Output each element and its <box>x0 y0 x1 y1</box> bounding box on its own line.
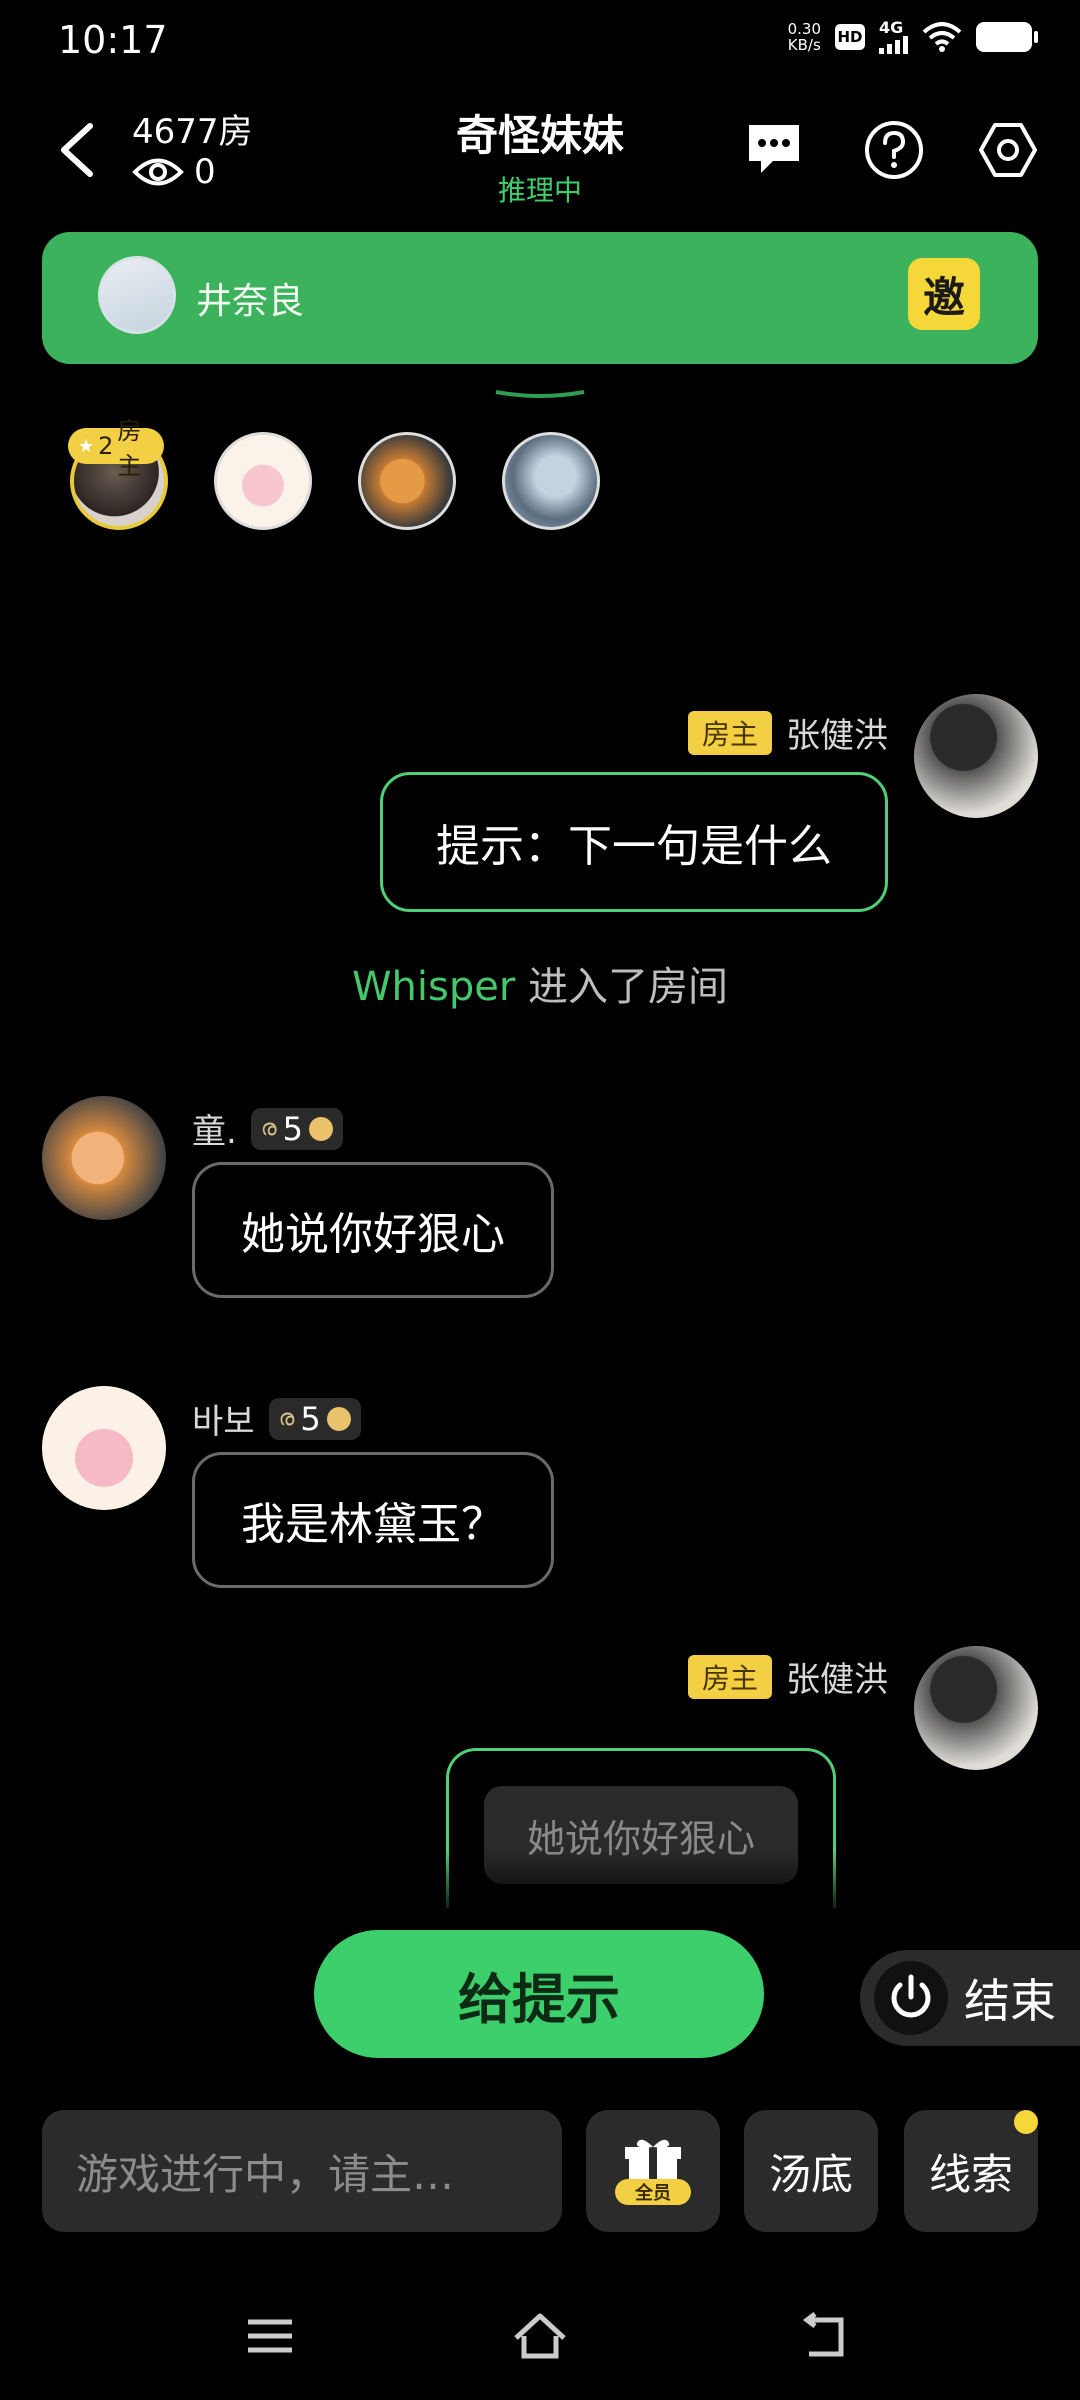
chat-icon[interactable] <box>742 118 806 182</box>
avatar[interactable] <box>42 1386 166 1510</box>
sender-name: 童. <box>192 1112 237 1152</box>
room-header: 4677房 0 奇怪妹妹 推理中 <box>0 90 1080 210</box>
status-icons: 0.30 KB/s HD 4G <box>788 20 1038 54</box>
home-icon[interactable] <box>510 2306 570 2366</box>
system-message-text: 进入了房间 <box>515 964 729 1010</box>
eye-icon <box>132 158 184 186</box>
message-bubble: 提示：下一句是什么 <box>380 772 888 912</box>
host-banner[interactable]: 井奈良 邀 <box>42 232 1038 364</box>
end-game-button[interactable]: 结束 <box>860 1950 1080 2046</box>
viewer-count: 0 <box>132 152 216 192</box>
status-time: 10:17 <box>58 18 168 62</box>
hd-icon: HD <box>835 24 865 50</box>
system-message: Whisper 进入了房间 <box>0 954 1080 1012</box>
notification-dot <box>1014 2110 1038 2134</box>
network-speed-value: 0.30 <box>787 20 821 38</box>
member-avatar[interactable] <box>214 432 312 530</box>
gift-icon: 全员 <box>615 2135 691 2207</box>
coin-icon <box>326 1406 351 1431</box>
signal-icon: 4G <box>879 20 908 54</box>
sender-name: 바보 <box>192 1402 255 1442</box>
level-badge: ര 5 <box>268 1397 361 1440</box>
room-title: 奇怪妹妹 <box>455 111 624 160</box>
message-sender-row: 童. ര 5 <box>192 1104 343 1153</box>
status-bar: 10:17 0.30 KB/s HD 4G <box>0 0 1080 80</box>
room-number: 4677房 <box>132 112 253 152</box>
room-title-block: 奇怪妹妹 推理中 <box>340 102 740 209</box>
member-avatar[interactable]: ★ 2 房主 <box>68 417 168 530</box>
message-bubble: 她说你好狠心 <box>192 1162 554 1298</box>
help-icon[interactable] <box>862 118 926 182</box>
level-ring-icon: ര <box>260 1116 277 1141</box>
network-speed: 0.30 KB/s <box>788 21 821 53</box>
back-nav-icon[interactable] <box>795 2306 855 2366</box>
host-badge: 房主 <box>687 710 772 755</box>
power-icon <box>874 1961 948 2035</box>
avatar[interactable] <box>42 1096 166 1220</box>
member-list: ★ 2 房主 <box>68 417 600 530</box>
level-badge: ര 5 <box>250 1107 343 1150</box>
end-game-label: 结束 <box>964 1974 1056 2028</box>
give-hint-button[interactable]: 给提示 <box>314 1930 764 2058</box>
message-sender-row: 房主 张健洪 <box>687 708 888 757</box>
gift-button[interactable]: 全员 <box>586 2110 720 2232</box>
viewer-count-value: 0 <box>194 152 216 192</box>
wifi-icon <box>922 22 962 52</box>
menu-icon[interactable] <box>240 2306 300 2366</box>
member-avatar[interactable] <box>502 432 600 530</box>
room-status: 推理中 <box>497 174 582 207</box>
message-sender-row: 바보 ര 5 <box>192 1394 361 1443</box>
network-speed-unit: KB/s <box>787 36 821 54</box>
avatar[interactable] <box>914 1646 1038 1770</box>
system-message-user: Whisper <box>351 964 516 1010</box>
invite-button[interactable]: 邀 <box>908 258 980 330</box>
fade-overlay <box>420 1850 880 1920</box>
level-ring-icon: ര <box>278 1406 295 1431</box>
banner-name: 井奈良 <box>196 281 305 322</box>
host-tag-count: 2 <box>98 432 114 460</box>
coin-icon <box>308 1116 333 1141</box>
avatar[interactable] <box>914 694 1038 818</box>
level-value: 5 <box>300 1399 321 1438</box>
banner-avatar <box>98 256 176 334</box>
host-badge: 房主 <box>687 1654 772 1699</box>
settings-icon[interactable] <box>976 118 1040 182</box>
battery-icon <box>976 22 1038 52</box>
star-icon: ★ <box>78 435 95 457</box>
collapse-handle-icon[interactable] <box>494 390 586 398</box>
member-avatar[interactable] <box>358 432 456 530</box>
back-icon[interactable] <box>52 120 102 180</box>
message-bubble: 我是林黛玉？ <box>192 1452 554 1588</box>
sender-name: 张健洪 <box>786 716 888 756</box>
host-tag: ★ 2 房主 <box>68 417 164 480</box>
level-value: 5 <box>282 1109 303 1148</box>
gift-badge: 全员 <box>615 2179 691 2205</box>
host-tag-label: 房主 <box>117 417 142 480</box>
system-nav-bar <box>0 2296 1080 2376</box>
sender-name: 张健洪 <box>786 1660 888 1700</box>
message-input[interactable]: 游戏进行中，请主… <box>42 2110 562 2232</box>
network-type: 4G <box>879 18 904 37</box>
soup-answer-button[interactable]: 汤底 <box>744 2110 878 2232</box>
message-sender-row: 房主 张健洪 <box>687 1652 888 1701</box>
